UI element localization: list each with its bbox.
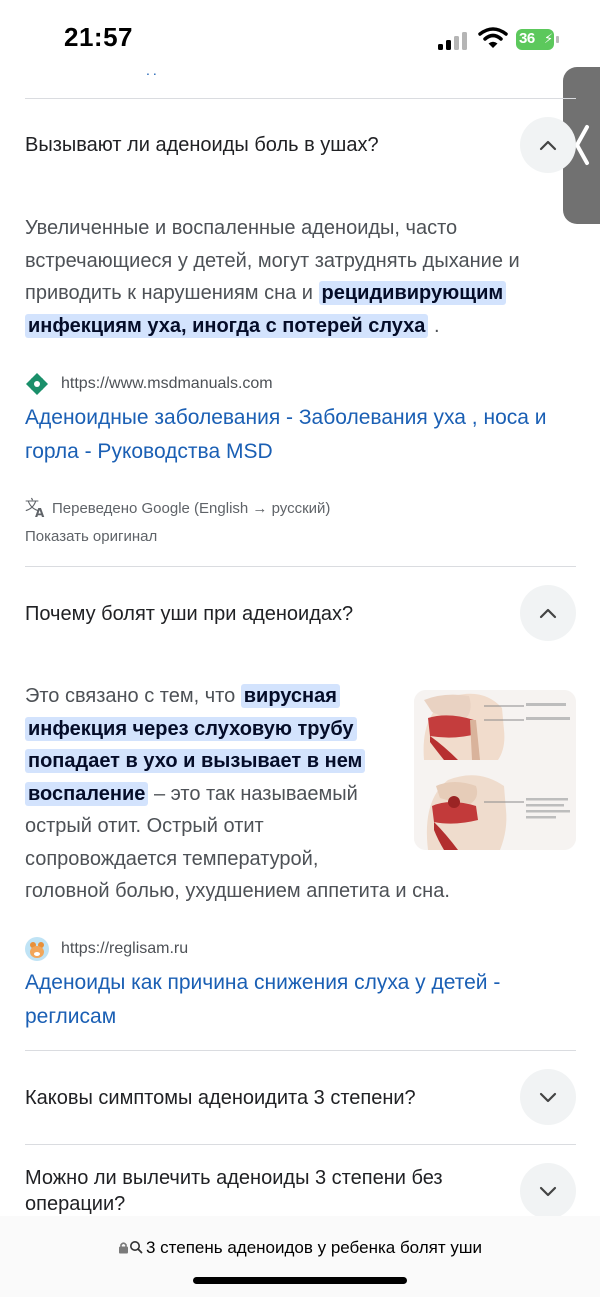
question-line[interactable]: Можно ли вылечить аденоиды 3 степени без [25, 1165, 495, 1191]
faq-answer-2-last-line: головной болью, ухудшением аппетита и сн… [25, 875, 585, 908]
chevron-up-icon [539, 608, 557, 619]
faq-question-2[interactable]: Почему болят уши при аденоидах? [25, 601, 495, 627]
faq-answer-2: Это связано с тем, что вирусная инфекция… [25, 680, 405, 875]
adenoid-anatomy-thumbnail[interactable] [414, 690, 576, 850]
truncated-content-dots: .. [146, 62, 160, 78]
reglisam-favicon-icon [25, 937, 49, 961]
answer-highlight: инфекция через слуховую трубу [25, 716, 357, 741]
translated-note: Переведено Google (English → русский) [52, 500, 331, 517]
chevron-up-icon [539, 140, 557, 151]
answer-text: . [433, 314, 440, 337]
expand-toggle-3[interactable] [520, 1069, 576, 1125]
answer-line: инфекциям уха, иногда с потерей слуха . [25, 310, 520, 343]
chevron-left-icon [575, 125, 589, 165]
divider [25, 98, 576, 99]
answer-highlight: воспаление [25, 781, 149, 806]
answer-line: попадает в ухо и вызывает в нем [25, 745, 405, 778]
source-url-1[interactable]: https://www.msdmanuals.com [61, 375, 273, 393]
search-icon [129, 1239, 143, 1259]
answer-line: острый отит. Острый отит [25, 815, 264, 837]
lock-icon [118, 1239, 129, 1259]
faq-question-4[interactable]: Можно ли вылечить аденоиды 3 степени без… [25, 1165, 495, 1217]
battery-level: 36 [519, 30, 535, 47]
status-time: 21:57 [64, 22, 133, 52]
answer-text: – это так называемый [153, 782, 358, 805]
answer-line: головной болью, ухудшением аппетита и сн… [25, 880, 450, 902]
answer-highlight: вирусная [240, 684, 340, 708]
chevron-down-icon [539, 1186, 557, 1197]
cellular-signal-icon [438, 30, 468, 50]
link-line[interactable]: Аденоиды как причина снижения слуха у де… [25, 966, 500, 1000]
answer-line: инфекция через слуховую трубу [25, 713, 405, 746]
expand-toggle-4[interactable] [520, 1163, 576, 1219]
divider [25, 1144, 576, 1145]
chevron-down-icon [539, 1092, 557, 1103]
result-link-1[interactable]: Аденоидные заболевания - Заболевания уха… [25, 401, 547, 469]
faq-answer-1: Увеличенные и воспаленные аденоиды, част… [25, 212, 520, 342]
answer-highlight: попадает в ухо и вызывает в нем [25, 749, 366, 773]
answer-line: Это связано с тем, что вирусная [25, 680, 405, 713]
answer-line: сопровождается температурой, [25, 847, 319, 870]
answer-line: воспаление – это так называемый [25, 778, 405, 811]
collapse-toggle-1[interactable] [520, 117, 576, 173]
address-text[interactable]: 3 степень аденоидов у ребенка болят уши [146, 1238, 482, 1257]
answer-text: Это связано с тем, что [25, 685, 236, 707]
show-original-link[interactable]: Показать оригинал [25, 528, 157, 545]
wifi-icon [478, 26, 508, 50]
battery-icon: 36 ⚡ [516, 29, 560, 50]
answer-line: приводить к нарушениям сна и рецидивирую… [25, 277, 520, 310]
answer-line: встречающиеся у детей, могут затруднять … [25, 249, 520, 272]
faq-question-1[interactable]: Вызывают ли аденоиды боль в ушах? [25, 132, 495, 158]
answer-text: приводить к нарушениям сна и [25, 282, 313, 304]
divider [25, 1050, 576, 1051]
address-bar[interactable]: 3 степень аденоидов у ребенка болят уши [0, 1238, 600, 1259]
source-url-2[interactable]: https://reglisam.ru [61, 940, 188, 958]
home-indicator[interactable] [193, 1277, 407, 1284]
svg-text:A: A [35, 506, 45, 518]
divider [25, 566, 576, 567]
result-link-2[interactable]: Аденоиды как причина снижения слуха у де… [25, 966, 500, 1034]
answer-highlight: инфекциям уха, иногда с потерей слуха [25, 313, 429, 338]
translate-icon: 文 A [25, 496, 47, 520]
msd-favicon-icon [25, 372, 49, 396]
link-line[interactable]: горла - Руководства MSD [25, 435, 547, 469]
link-line[interactable]: реглисам [25, 1000, 500, 1034]
faq-question-3[interactable]: Каковы симптомы аденоидита 3 степени? [25, 1085, 495, 1111]
question-line[interactable]: операции? [25, 1191, 495, 1217]
collapse-toggle-2[interactable] [520, 585, 576, 641]
answer-line: Увеличенные и воспаленные аденоиды, част… [25, 217, 458, 239]
link-line[interactable]: Аденоидные заболевания - Заболевания уха… [25, 401, 547, 435]
charging-bolt-icon: ⚡ [544, 31, 554, 46]
answer-highlight: рецидивирующим [318, 281, 507, 305]
